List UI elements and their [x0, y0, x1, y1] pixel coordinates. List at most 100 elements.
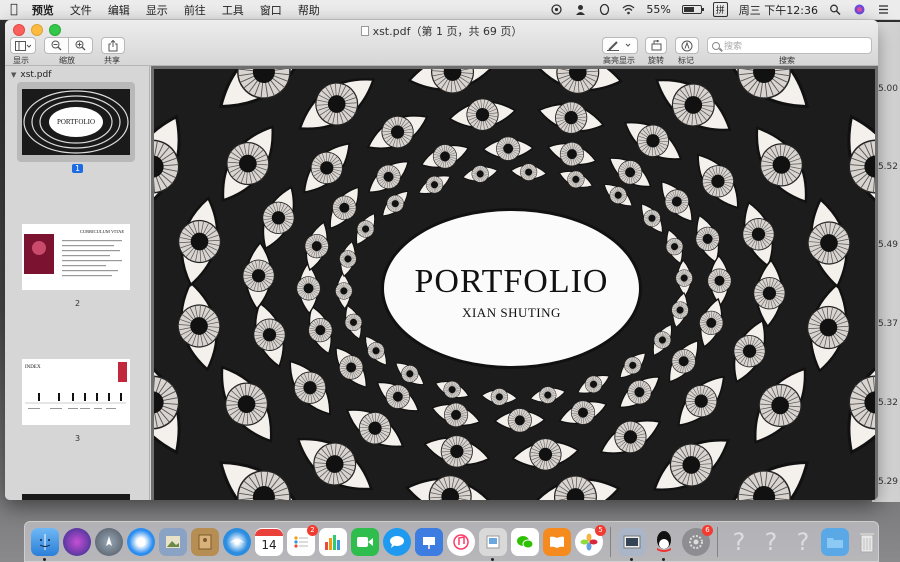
- launchpad-icon[interactable]: [95, 527, 123, 556]
- highlighter-icon: [607, 41, 631, 51]
- thumbnail-title: CURRICULUM VITAE: [80, 229, 124, 234]
- dock-separator: [717, 526, 718, 557]
- spotlight-icon[interactable]: [829, 4, 842, 16]
- pdf-page: PORTFOLIO XIAN SHUTING: [154, 69, 875, 500]
- share-button[interactable]: [101, 37, 125, 54]
- menu-view[interactable]: 显示: [146, 2, 168, 18]
- window-title-text: xst.pdf（第 1 页，共 69 页）: [372, 25, 523, 38]
- eye-drawing: [366, 114, 429, 150]
- finder-icon[interactable]: [31, 527, 59, 561]
- eye-drawing: [356, 212, 376, 246]
- keynote-icon[interactable]: [415, 527, 443, 556]
- preview-window-icon[interactable]: [618, 527, 646, 561]
- input-method-indicator[interactable]: 拼: [712, 2, 728, 17]
- eye-drawing: [807, 282, 850, 373]
- unknown-app-icon[interactable]: ?: [725, 528, 753, 556]
- menu-help[interactable]: 帮助: [298, 2, 320, 18]
- search-placeholder: 搜索: [724, 42, 743, 52]
- document-title: PORTFOLIO: [414, 262, 609, 300]
- eye-drawing: [807, 197, 851, 289]
- trash-icon[interactable]: [853, 528, 881, 556]
- unknown-app-icon[interactable]: ?: [757, 528, 785, 556]
- menu-tools[interactable]: 工具: [222, 2, 244, 18]
- eye-drawing: [365, 335, 387, 366]
- reminders-badge: 2: [307, 524, 318, 536]
- eye-drawing: [847, 114, 875, 219]
- disclosure-triangle-icon[interactable]: ▼: [11, 71, 16, 79]
- qq-icon[interactable]: [650, 528, 678, 561]
- photos-badge: 5: [595, 524, 606, 536]
- status-area: 55% 拼 周三 下午12:36: [550, 2, 890, 18]
- music-icon[interactable]: [447, 527, 475, 556]
- unknown-app-icon[interactable]: ?: [789, 528, 817, 556]
- photo-app-icon[interactable]: [159, 527, 187, 556]
- siri-icon[interactable]: [853, 4, 866, 15]
- system-preferences-badge: 6: [702, 524, 713, 536]
- search-field[interactable]: 搜索: [707, 37, 872, 54]
- eye-drawing: [304, 221, 329, 272]
- sync-icon[interactable]: [550, 4, 563, 15]
- eye-drawing: [707, 254, 732, 307]
- notification-center-icon[interactable]: [877, 4, 890, 15]
- messages-icon[interactable]: [383, 527, 411, 556]
- preview-window: xst.pdf（第 1 页，共 69 页） 显示 缩放 共享 高亮显示 旋转 标…: [5, 20, 878, 500]
- menu-app-name[interactable]: 预览: [32, 2, 54, 18]
- eye-drawing: [298, 78, 376, 130]
- qq-status-icon[interactable]: [598, 3, 611, 16]
- eye-drawing: [493, 408, 546, 433]
- menu-edit[interactable]: 编辑: [108, 2, 130, 18]
- facetime-icon[interactable]: [351, 527, 379, 556]
- browser-app-icon[interactable]: [223, 527, 251, 556]
- thumbnail-page-4-partial[interactable]: [22, 494, 130, 500]
- zoom-out-button[interactable]: [44, 37, 69, 54]
- highlight-label: 高亮显示: [603, 56, 635, 65]
- view-menu-button[interactable]: [10, 37, 36, 54]
- search-label: 搜索: [779, 56, 795, 65]
- preview-icon[interactable]: [479, 527, 507, 561]
- tick-label: 5.00: [877, 84, 898, 94]
- system-preferences-icon[interactable]: 6: [682, 524, 713, 556]
- eye-drawing: [847, 350, 875, 455]
- calendar-icon[interactable]: 14: [255, 527, 283, 556]
- eye-drawing: [405, 475, 496, 500]
- photos-icon[interactable]: 5: [575, 524, 606, 556]
- running-indicator: [491, 557, 494, 561]
- apple-menu-icon[interactable]: : [10, 2, 18, 17]
- share-icon: [108, 39, 118, 51]
- thumbnail-image: CURRICULUM VITAE: [22, 224, 130, 290]
- wifi-icon[interactable]: [622, 4, 635, 15]
- downloads-folder-icon[interactable]: [821, 527, 849, 556]
- menu-file[interactable]: 文件: [70, 2, 92, 18]
- siri-dock-icon[interactable]: [63, 527, 91, 556]
- eye-drawing: [558, 400, 608, 425]
- dock-separator: [610, 526, 611, 557]
- eye-drawing: [339, 240, 357, 277]
- rotate-button[interactable]: [645, 37, 667, 54]
- zoom-in-button[interactable]: [68, 37, 93, 54]
- safari-icon[interactable]: [127, 527, 155, 556]
- user-icon[interactable]: [574, 4, 587, 15]
- numbers-icon[interactable]: [319, 527, 347, 556]
- page-number: 1: [5, 164, 150, 173]
- eye-drawing: [220, 365, 273, 443]
- reminders-icon[interactable]: 2: [287, 524, 318, 556]
- eye-drawing: [699, 297, 724, 348]
- battery-icon[interactable]: [681, 5, 704, 14]
- highlight-button[interactable]: [602, 37, 638, 54]
- clock[interactable]: 周三 下午12:36: [739, 2, 818, 18]
- title-bar: xst.pdf（第 1 页，共 69 页） 显示 缩放 共享 高亮显示 旋转 标…: [5, 20, 878, 66]
- eye-drawing: [423, 435, 491, 468]
- eye-drawing: [344, 304, 363, 340]
- document-view[interactable]: PORTFOLIO XIAN SHUTING: [151, 66, 878, 500]
- markup-button[interactable]: [675, 37, 699, 54]
- eye-drawing: [177, 280, 221, 372]
- eye-drawing: [510, 163, 548, 181]
- thumbnail-sidebar: ▼ xst.pdf PORTFOLIO 1 CURRICULUM VITAE 2…: [5, 66, 150, 500]
- menu-go[interactable]: 前往: [184, 2, 206, 18]
- books-icon[interactable]: [543, 527, 571, 556]
- sidebar-icon: [15, 40, 31, 51]
- contacts-icon[interactable]: [191, 527, 219, 556]
- wechat-icon[interactable]: [511, 527, 539, 556]
- eye-drawing: [529, 386, 566, 404]
- menu-window[interactable]: 窗口: [260, 2, 282, 18]
